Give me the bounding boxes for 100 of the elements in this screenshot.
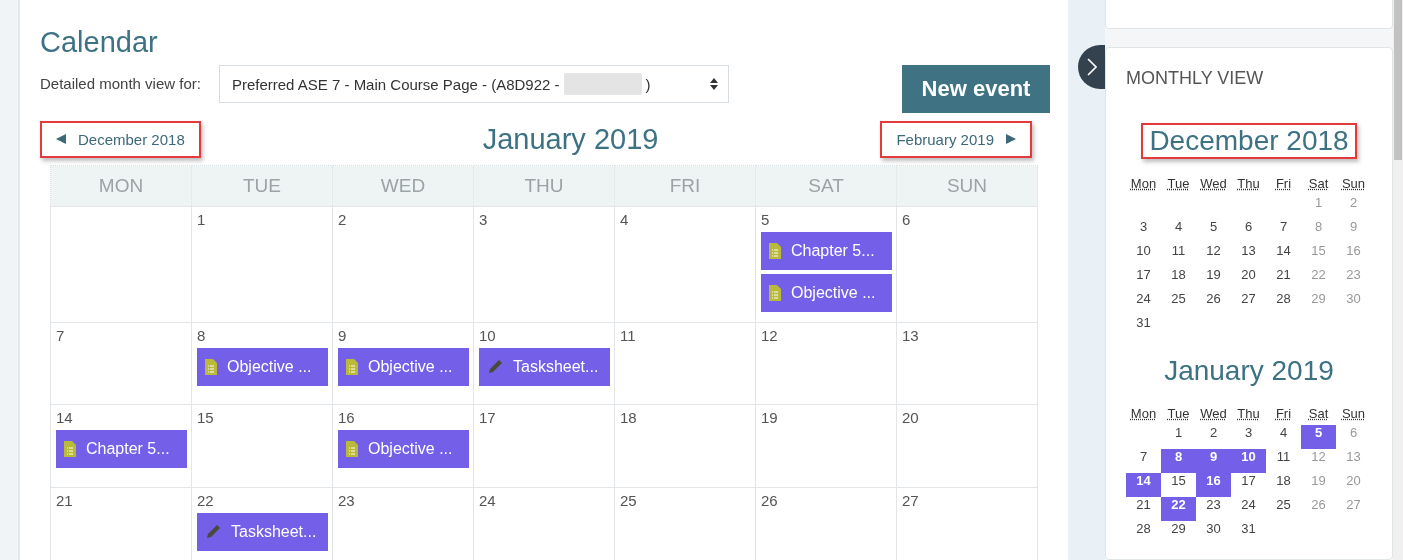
mini-day: 18 bbox=[1266, 473, 1301, 497]
mini-day: 2 bbox=[1336, 195, 1371, 219]
left-triangle-icon bbox=[56, 134, 66, 144]
weekday-abbreviation: Wed bbox=[1200, 175, 1227, 191]
pencil-icon bbox=[487, 359, 503, 375]
mini-day[interactable]: 22 bbox=[1161, 497, 1196, 521]
day-number[interactable]: 23 bbox=[338, 492, 355, 509]
calendar-event[interactable]: Objective ... bbox=[197, 348, 328, 386]
day-number[interactable]: 20 bbox=[902, 409, 919, 426]
mini-day: 26 bbox=[1196, 291, 1231, 315]
day-number[interactable]: 3 bbox=[479, 211, 488, 228]
calendar-event[interactable]: Objective ... bbox=[338, 430, 469, 468]
block-title: MONTHLY VIEW bbox=[1126, 68, 1265, 89]
mini-day: 8 bbox=[1301, 219, 1336, 243]
day-number[interactable]: 21 bbox=[56, 492, 73, 509]
mini-day: 6 bbox=[1336, 425, 1371, 449]
chevron-right-icon bbox=[1086, 58, 1097, 76]
mini-day: 4 bbox=[1161, 219, 1196, 243]
mini-day: 29 bbox=[1301, 291, 1336, 315]
mini-day: 4 bbox=[1266, 425, 1301, 449]
weekday-header: SUN bbox=[896, 165, 1038, 207]
mini-day: 20 bbox=[1231, 267, 1266, 291]
weekday-abbreviation: Mon bbox=[1130, 175, 1157, 191]
mini-day: 19 bbox=[1301, 473, 1336, 497]
day-number[interactable]: 2 bbox=[338, 211, 347, 228]
weekday-header: FRI bbox=[614, 165, 756, 207]
weekday-header: WED bbox=[332, 165, 474, 207]
day-number[interactable]: 17 bbox=[479, 409, 496, 426]
filter-label: Detailed month view for: bbox=[40, 75, 201, 92]
day-number[interactable]: 14 bbox=[56, 409, 73, 426]
calendar-event[interactable]: Objective ... bbox=[338, 348, 469, 386]
day-number[interactable]: 22 bbox=[197, 492, 214, 509]
mini-day[interactable]: 9 bbox=[1196, 449, 1231, 473]
new-event-button[interactable]: New event bbox=[902, 65, 1050, 113]
weekday-abbreviation: Mon bbox=[1130, 405, 1157, 421]
mini-day: 20 bbox=[1336, 473, 1371, 497]
mini-day: 25 bbox=[1266, 497, 1301, 521]
mini-day[interactable]: 5 bbox=[1301, 425, 1336, 449]
mini-day[interactable]: 10 bbox=[1231, 449, 1266, 473]
mini-day: 21 bbox=[1126, 497, 1161, 521]
mini-day: 17 bbox=[1126, 267, 1161, 291]
mini-day: 1 bbox=[1161, 425, 1196, 449]
mini-day: 10 bbox=[1126, 243, 1161, 267]
mini-day: 26 bbox=[1301, 497, 1336, 521]
weekday-abbreviation: Tue bbox=[1167, 175, 1190, 191]
mini-day: 1 bbox=[1301, 195, 1336, 219]
mini-day: 27 bbox=[1336, 497, 1371, 521]
day-number[interactable]: 24 bbox=[479, 492, 496, 509]
course-select[interactable]: Preferred ASE 7 - Main Course Page - (A8D922 - ) bbox=[218, 65, 729, 103]
mini-day: 12 bbox=[1301, 449, 1336, 473]
day-number[interactable]: 1 bbox=[197, 211, 206, 228]
calendar-event[interactable]: Objective ... bbox=[761, 274, 892, 312]
day-number[interactable]: 11 bbox=[620, 327, 636, 344]
mini-month-title[interactable]: December 2018 bbox=[1141, 123, 1357, 159]
day-number[interactable]: 25 bbox=[620, 492, 637, 509]
mini-day: 22 bbox=[1301, 267, 1336, 291]
mini-day: 12 bbox=[1196, 243, 1231, 267]
day-number[interactable]: 16 bbox=[338, 409, 355, 426]
mini-day: 7 bbox=[1126, 449, 1161, 473]
previous-month-link[interactable]: December 2018 bbox=[40, 120, 201, 158]
day-number[interactable]: 13 bbox=[902, 327, 919, 344]
mini-day: 30 bbox=[1196, 521, 1231, 545]
sort-arrows-icon bbox=[709, 78, 718, 90]
calendar-event[interactable]: Tasksheet... bbox=[479, 348, 610, 386]
next-month-link[interactable]: February 2019 bbox=[880, 120, 1032, 158]
mini-day[interactable]: 16 bbox=[1196, 473, 1231, 497]
weekday-abbreviation: Thu bbox=[1237, 175, 1260, 191]
day-number[interactable]: 26 bbox=[761, 492, 778, 509]
weekday-abbreviation: Tue bbox=[1167, 405, 1190, 421]
calendar-event[interactable]: Chapter 5... bbox=[761, 232, 892, 270]
mini-day[interactable]: 8 bbox=[1161, 449, 1196, 473]
day-number[interactable]: 18 bbox=[620, 409, 637, 426]
mini-month-title[interactable]: January 2019 bbox=[1156, 353, 1342, 389]
mini-day: 3 bbox=[1126, 219, 1161, 243]
day-number[interactable]: 7 bbox=[56, 327, 65, 344]
day-number[interactable]: 4 bbox=[620, 211, 629, 228]
mini-day[interactable]: 14 bbox=[1126, 473, 1161, 497]
day-number[interactable]: 10 bbox=[479, 327, 496, 344]
mini-day: 14 bbox=[1266, 243, 1301, 267]
mini-day: 17 bbox=[1231, 473, 1266, 497]
weekday-abbreviation: Sun bbox=[1341, 175, 1366, 191]
mini-day: 29 bbox=[1161, 521, 1196, 545]
calendar-event[interactable]: Chapter 5... bbox=[56, 430, 187, 468]
day-number[interactable]: 8 bbox=[197, 327, 206, 344]
scrollbar-thumb[interactable] bbox=[1394, 0, 1402, 160]
document-icon bbox=[346, 441, 358, 457]
weekday-abbreviation: Thu bbox=[1237, 405, 1260, 421]
day-number[interactable]: 19 bbox=[761, 409, 778, 426]
mini-day: 15 bbox=[1161, 473, 1196, 497]
day-number[interactable]: 15 bbox=[197, 409, 214, 426]
drawer-toggle[interactable] bbox=[1078, 45, 1105, 89]
document-icon bbox=[346, 359, 358, 375]
day-number[interactable]: 12 bbox=[761, 327, 778, 344]
day-number[interactable]: 9 bbox=[338, 327, 347, 344]
day-number[interactable]: 6 bbox=[902, 211, 911, 228]
day-number[interactable]: 27 bbox=[902, 492, 919, 509]
document-icon bbox=[64, 441, 76, 457]
day-number[interactable]: 5 bbox=[761, 211, 770, 228]
mini-day: 2 bbox=[1196, 425, 1231, 449]
calendar-event[interactable]: Tasksheet... bbox=[197, 513, 328, 551]
